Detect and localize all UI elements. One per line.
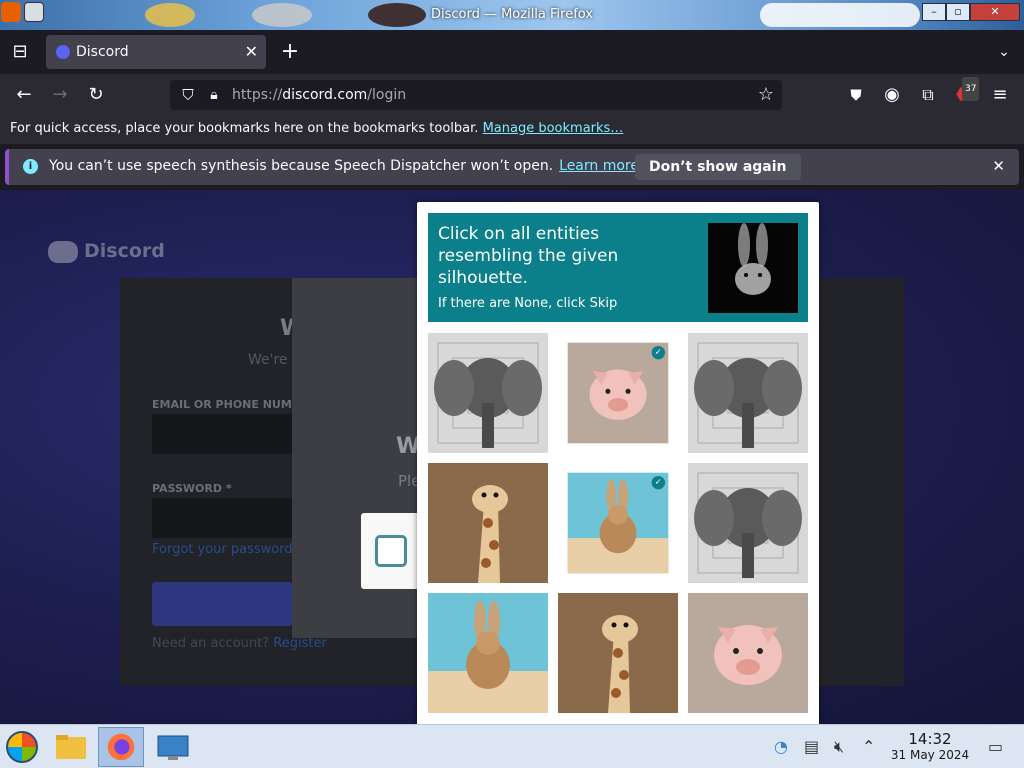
taskbar: ◔ ▤ 🔇︎ ⌃ 14:32 31 May 2024 ▭ — [0, 724, 1024, 768]
dont-show-again-button[interactable]: Don’t show again — [635, 154, 801, 180]
captcha-tile-rabbit[interactable] — [428, 593, 548, 713]
list-all-tabs-icon[interactable]: ⊟ — [8, 40, 32, 64]
manage-bookmarks-link[interactable]: Manage bookmarks… — [483, 121, 624, 136]
file-manager-task[interactable] — [48, 727, 94, 767]
captcha-challenge: Click on all entities resembling the giv… — [417, 202, 819, 726]
captcha-skip-hint: If there are None, click Skip — [438, 296, 618, 311]
learn-more-link[interactable]: Learn more — [559, 158, 639, 174]
system-settings-task[interactable] — [150, 727, 196, 767]
show-desktop-icon[interactable]: ▭ — [988, 737, 1003, 756]
captcha-tile-rabbit[interactable]: ✓ — [567, 472, 669, 574]
captcha-tile-giraffe[interactable] — [558, 593, 678, 713]
window-titlebar: Discord — Mozilla Firefox – ▫ ✕ — [0, 0, 1024, 30]
close-notification-icon[interactable]: ✕ — [992, 157, 1005, 175]
hcaptcha-checkbox-widget[interactable] — [361, 513, 421, 589]
captcha-tile-elephant[interactable] — [688, 463, 808, 583]
bookmark-star-icon[interactable]: ☆ — [754, 83, 778, 107]
password-field[interactable] — [152, 498, 292, 538]
firefox-icon — [107, 733, 135, 761]
selected-check-icon: ✓ — [651, 345, 666, 360]
info-icon: i — [23, 159, 38, 174]
email-label: EMAIL OR PHONE NUMB — [152, 398, 301, 411]
ublock-icon[interactable]: ⬣37 — [952, 77, 980, 107]
folder-icon — [56, 735, 86, 759]
clipboard-icon[interactable]: ▤ — [804, 737, 819, 756]
discord-logo-icon — [48, 240, 78, 263]
back-button[interactable]: ← — [12, 83, 36, 107]
clock-date: 31 May 2024 — [890, 748, 970, 762]
tab-strip: ⊟ Discord ✕ + ⌄ — [0, 30, 1024, 74]
register-link[interactable]: Register — [273, 636, 327, 651]
rabbit-image — [428, 593, 548, 713]
lock-icon[interactable]: 🔒︎ — [202, 83, 226, 107]
forgot-password-link[interactable]: Forgot your password? — [152, 542, 300, 557]
window-title: Discord — Mozilla Firefox — [430, 7, 594, 22]
extensions-icon[interactable]: ⧉ — [916, 83, 940, 107]
chevron-up-icon[interactable]: ⌃ — [862, 737, 875, 756]
shield-icon[interactable]: ⛉ — [176, 83, 200, 107]
giraffe-image — [558, 593, 678, 713]
captcha-tile-giraffe[interactable] — [428, 463, 548, 583]
rabbit-silhouette-icon — [708, 223, 798, 313]
password-label: PASSWORD * — [152, 482, 232, 495]
hcaptcha-checkbox[interactable] — [375, 535, 407, 567]
captcha-tile-elephant[interactable] — [428, 333, 548, 453]
pocket-icon[interactable]: ⛊ — [844, 83, 868, 107]
forward-button[interactable]: → — [48, 83, 72, 107]
discord-logo: Discord — [48, 240, 165, 263]
bookmarks-toolbar: For quick access, place your bookmarks h… — [0, 116, 1024, 144]
chevron-down-icon[interactable]: ⌄ — [992, 40, 1016, 64]
url-bar[interactable]: ⛉ 🔒︎ https://discord.com/login ☆ — [170, 80, 782, 110]
bookmarks-hint: For quick access, place your bookmarks h… — [10, 121, 624, 136]
rabbit-silhouette-sample — [708, 223, 798, 313]
minimize-button[interactable]: – — [922, 3, 946, 21]
need-account-text: Need an account? Register — [152, 636, 327, 651]
elephant-image — [688, 333, 808, 453]
elephant-image — [428, 333, 548, 453]
new-tab-button[interactable]: + — [278, 40, 302, 64]
close-tab-icon[interactable]: ✕ — [245, 42, 258, 61]
firefox-task[interactable] — [98, 727, 144, 767]
tab-label: Discord — [76, 44, 129, 60]
account-icon[interactable]: ◉ — [880, 83, 904, 107]
selected-check-icon: ✓ — [651, 475, 666, 490]
captcha-prompt: Click on all entities resembling the giv… — [438, 224, 619, 288]
menu-icon[interactable]: ≡ — [988, 83, 1012, 107]
elephant-image — [688, 463, 808, 583]
clock[interactable]: 14:32 31 May 2024 — [888, 730, 972, 762]
maximize-button[interactable]: ▫ — [946, 3, 970, 21]
captcha-tile-pig[interactable] — [688, 593, 808, 713]
email-field[interactable] — [152, 414, 292, 454]
notification-message: You can’t use speech synthesis because S… — [49, 158, 639, 174]
tab-discord[interactable]: Discord ✕ — [46, 35, 266, 69]
captcha-header: Click on all entities resembling the giv… — [428, 213, 808, 322]
giraffe-image — [428, 463, 548, 583]
url-text: https://discord.com/login — [232, 87, 407, 103]
captcha-tile-elephant[interactable] — [688, 333, 808, 453]
notification-bar: i You can’t use speech synthesis because… — [5, 149, 1019, 185]
network-icon[interactable]: ◔ — [774, 737, 788, 756]
volume-muted-icon[interactable]: 🔇︎ — [834, 737, 844, 757]
clock-time: 14:32 — [908, 730, 952, 748]
captcha-tile-pig[interactable]: ✓ — [567, 342, 669, 444]
close-window-button[interactable]: ✕ — [970, 3, 1020, 21]
login-button[interactable] — [152, 582, 292, 626]
reload-button[interactable]: ↻ — [84, 83, 108, 107]
extension-badge: 37 — [962, 77, 980, 101]
start-button[interactable] — [6, 731, 38, 763]
pig-image — [688, 593, 808, 713]
discord-favicon-icon — [56, 45, 70, 59]
navigation-bar: ← → ↻ ⛉ 🔒︎ https://discord.com/login ☆ ⛊… — [0, 74, 1024, 116]
monitor-icon — [157, 735, 189, 760]
